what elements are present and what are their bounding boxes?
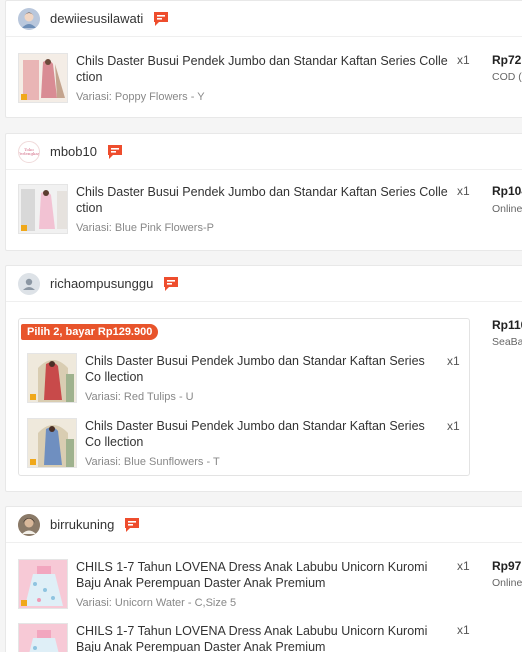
- order-price: Rp104: [492, 184, 522, 198]
- payment-method: Online: [492, 203, 522, 215]
- item-quantity: x1: [457, 559, 470, 573]
- promo-tag-icon: [30, 394, 36, 400]
- product-thumbnail[interactable]: [18, 184, 68, 234]
- user-icon[interactable]: [18, 272, 40, 295]
- item-info: Chils Daster Busui Pendek Jumbo dan Stan…: [76, 53, 448, 103]
- order-card: Toko Terlengkap mbob10 Chils Daster Busu…: [5, 133, 522, 251]
- order-price: Rp110: [492, 318, 522, 332]
- product-thumbnail[interactable]: [27, 353, 77, 403]
- order-item[interactable]: CHILS 1-7 Tahun LOVENA Dress Anak Labubu…: [18, 559, 448, 609]
- item-quantity: x1: [447, 354, 460, 368]
- product-name[interactable]: Chils Daster Busui Pendek Jumbo dan Stan…: [76, 53, 448, 85]
- buyer-username[interactable]: richaompusunggu: [50, 276, 153, 291]
- product-name[interactable]: Chils Daster Busui Pendek Jumbo dan Stan…: [85, 353, 441, 385]
- item-info: CHILS 1-7 Tahun LOVENA Dress Anak Labubu…: [76, 559, 448, 609]
- product-name[interactable]: Chils Daster Busui Pendek Jumbo dan Stan…: [85, 418, 441, 450]
- item-quantity: x1: [457, 184, 470, 198]
- chat-icon[interactable]: [124, 517, 140, 533]
- avatar-logo-text: Toko Terlengkap: [18, 146, 40, 156]
- product-variant: Variasi: Unicorn Water - C,Size 5: [76, 597, 237, 609]
- order-header: richaompusunggu: [6, 266, 522, 302]
- order-header: dewiiesusilawati: [6, 1, 522, 37]
- promo-tag-icon: [21, 225, 27, 231]
- avatar[interactable]: [18, 513, 40, 536]
- buyer-username[interactable]: mbob10: [50, 144, 97, 159]
- item-quantity: x1: [457, 53, 470, 67]
- order-item[interactable]: Chils Daster Busui Pendek Jumbo dan Stan…: [18, 184, 448, 234]
- product-thumbnail[interactable]: [18, 623, 68, 652]
- order-card: dewiiesusilawati Chils Daster Busui Pend…: [5, 0, 522, 118]
- order-price: Rp97.: [492, 559, 522, 573]
- item-quantity: x1: [457, 623, 470, 637]
- product-name[interactable]: Chils Daster Busui Pendek Jumbo dan Stan…: [76, 184, 448, 216]
- promo-tag-icon: [30, 459, 36, 465]
- product-variant: Variasi: Poppy Flowers - Y: [76, 91, 205, 103]
- chat-icon[interactable]: [163, 276, 179, 292]
- order-item[interactable]: Chils Daster Busui Pendek Jumbo dan Stan…: [27, 418, 441, 468]
- bundle-promo-badge: Pilih 2, bayar Rp129.900: [21, 324, 159, 340]
- payment-method: SeaBan: [492, 336, 522, 348]
- product-variant: Variasi: Blue Pink Flowers-P: [76, 222, 214, 234]
- product-thumbnail[interactable]: [18, 53, 68, 103]
- order-header: Toko Terlengkap mbob10: [6, 134, 522, 170]
- product-thumbnail[interactable]: [18, 559, 68, 609]
- order-header: birrukuning: [6, 507, 522, 543]
- order-item[interactable]: Chils Daster Busui Pendek Jumbo dan Stan…: [18, 53, 448, 103]
- product-variant: Variasi: Blue Sunflowers - T: [85, 456, 220, 468]
- chat-icon[interactable]: [107, 144, 123, 160]
- order-item[interactable]: CHILS 1-7 Tahun LOVENA Dress Anak Labubu…: [18, 623, 448, 652]
- order-card: birrukuning CHILS 1-7 Tahun LOVENA Dress…: [5, 506, 522, 652]
- product-name[interactable]: CHILS 1-7 Tahun LOVENA Dress Anak Labubu…: [76, 559, 448, 591]
- item-quantity: x1: [447, 419, 460, 433]
- order-price: Rp72.: [492, 53, 522, 67]
- buyer-username[interactable]: dewiiesusilawati: [50, 11, 143, 26]
- order-card: richaompusunggu Pilih 2, bayar Rp129.900…: [5, 265, 522, 492]
- item-info: Chils Daster Busui Pendek Jumbo dan Stan…: [85, 353, 441, 403]
- chat-icon[interactable]: [153, 11, 169, 27]
- item-info: Chils Daster Busui Pendek Jumbo dan Stan…: [85, 418, 441, 468]
- order-item[interactable]: Chils Daster Busui Pendek Jumbo dan Stan…: [27, 353, 441, 403]
- promo-tag-icon: [21, 94, 27, 100]
- item-info: Chils Daster Busui Pendek Jumbo dan Stan…: [76, 184, 448, 234]
- promo-tag-icon: [21, 600, 27, 606]
- avatar[interactable]: Toko Terlengkap: [18, 140, 40, 163]
- product-name[interactable]: CHILS 1-7 Tahun LOVENA Dress Anak Labubu…: [76, 623, 448, 652]
- payment-method: Online: [492, 577, 522, 589]
- payment-method: COD (B: [492, 71, 522, 83]
- buyer-username[interactable]: birrukuning: [50, 517, 114, 532]
- product-variant: Variasi: Red Tulips - U: [85, 391, 194, 403]
- bundle-group: Pilih 2, bayar Rp129.900 Chils Daster Bu…: [18, 318, 470, 476]
- product-thumbnail[interactable]: [27, 418, 77, 468]
- avatar[interactable]: [18, 7, 40, 30]
- item-info: CHILS 1-7 Tahun LOVENA Dress Anak Labubu…: [76, 623, 448, 652]
